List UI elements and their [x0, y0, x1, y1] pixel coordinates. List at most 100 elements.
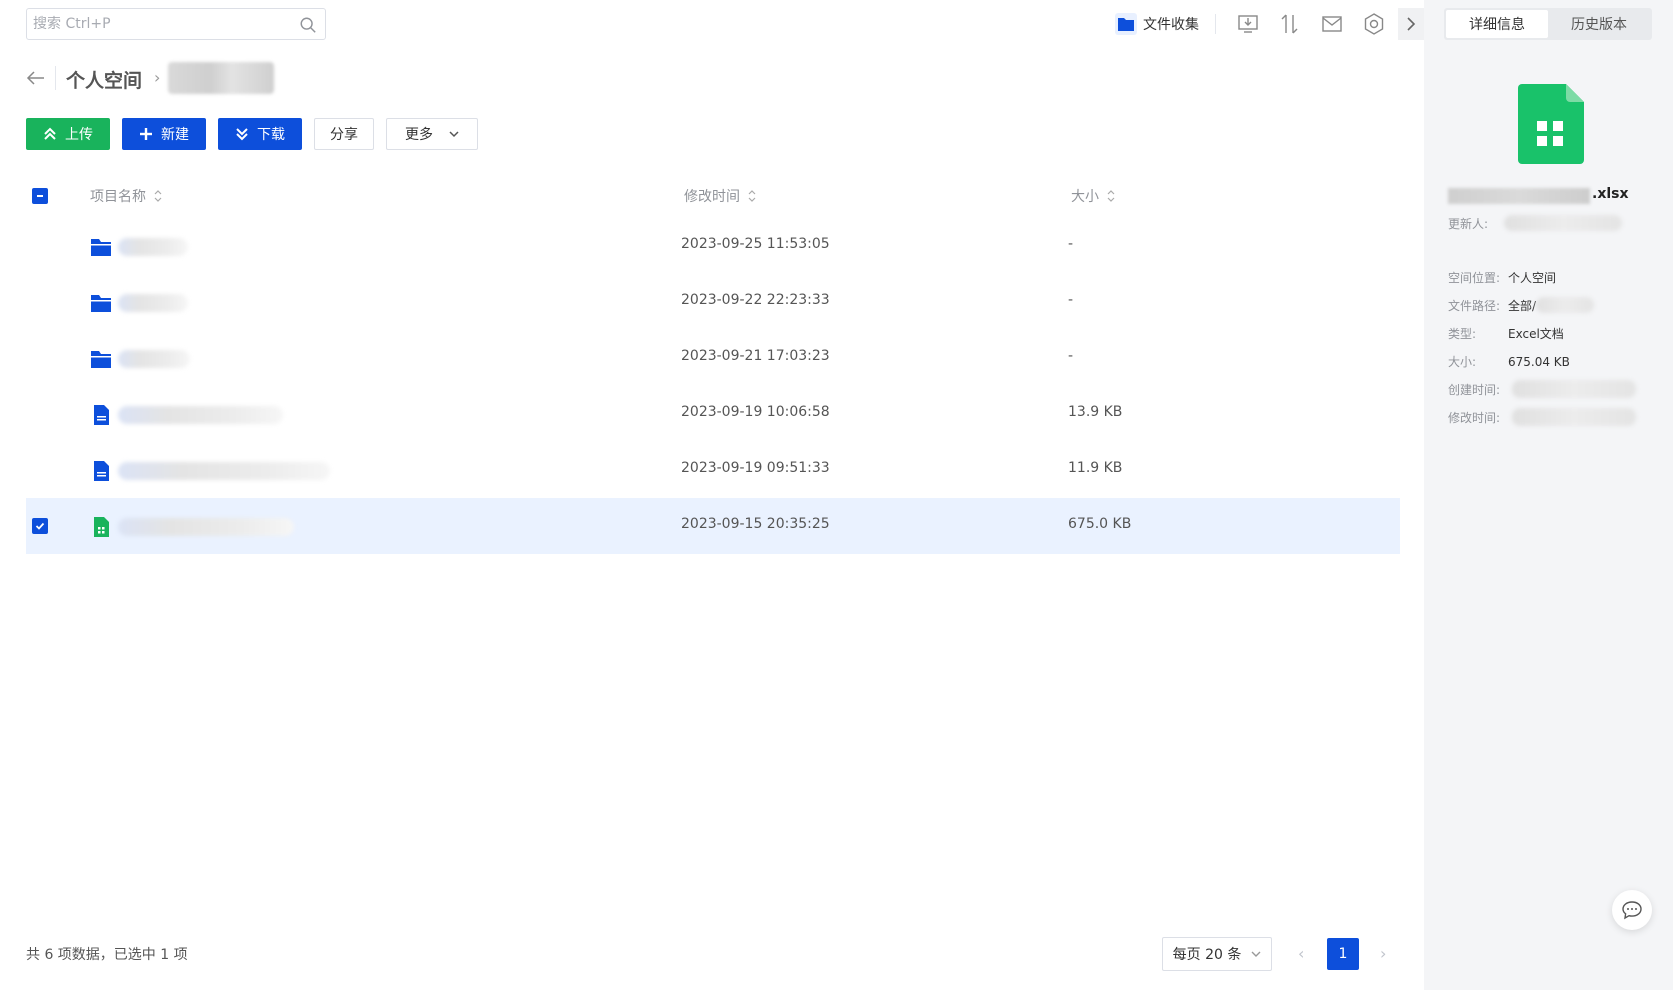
chevron-right-icon: [1407, 17, 1416, 31]
breadcrumb-divider: [55, 66, 56, 90]
type-value: Excel文档: [1508, 327, 1564, 341]
file-size: 11.9 KB: [1068, 460, 1123, 476]
folder-icon: [91, 239, 111, 256]
select-all-checkbox[interactable]: [32, 188, 48, 204]
main-area: 文件收集 个人空间 › 上传: [0, 0, 1424, 990]
table-row[interactable]: 2023-09-19 10:06:58 13.9 KB: [26, 386, 1400, 442]
search-box: [26, 8, 326, 40]
file-size: -: [1068, 236, 1074, 252]
collapse-panel-button[interactable]: [1398, 8, 1424, 40]
type-row: 类型: Excel文档: [1448, 325, 1564, 342]
toolbar-divider: [1215, 14, 1216, 34]
location-label: 空间位置:: [1448, 271, 1501, 285]
share-label: 分享: [330, 127, 358, 143]
download-button[interactable]: 下载: [218, 118, 302, 150]
settings-icon[interactable]: [1362, 12, 1386, 36]
type-label: 类型:: [1448, 327, 1477, 341]
current-page-button[interactable]: 1: [1327, 938, 1359, 970]
download-to-desktop-icon[interactable]: [1236, 12, 1260, 36]
tab-details[interactable]: 详细信息: [1446, 10, 1548, 38]
file-size: 675.0 KB: [1068, 516, 1132, 532]
more-dropdown[interactable]: 更多: [386, 118, 478, 150]
location-value: 个人空间: [1508, 271, 1557, 285]
minus-icon: [37, 195, 43, 197]
path-row: 文件路径: 全部/: [1448, 297, 1536, 314]
document-icon: [94, 461, 109, 481]
file-name-redacted: [118, 238, 188, 256]
chat-support-button[interactable]: [1612, 890, 1652, 930]
new-label: 新建: [161, 127, 189, 143]
file-extension: .xlsx: [1592, 186, 1629, 202]
tab-history[interactable]: 历史版本: [1548, 10, 1650, 38]
upload-button[interactable]: 上传: [26, 118, 110, 150]
updater-row: 更新人:: [1448, 215, 1508, 232]
sort-icon: [1107, 190, 1115, 202]
created-value-redacted: [1512, 380, 1636, 398]
back-arrow-icon[interactable]: [24, 66, 48, 90]
double-chevron-down-icon: [236, 128, 248, 141]
path-label: 文件路径:: [1448, 299, 1501, 313]
table-header: 项目名称 修改时间 大小: [26, 184, 1400, 208]
column-header-size[interactable]: 大小: [1071, 186, 1115, 206]
search-icon[interactable]: [299, 16, 317, 34]
transfer-icon[interactable]: [1278, 12, 1302, 36]
breadcrumb-separator: ›: [154, 68, 161, 87]
page-size-label: 每页 20 条: [1172, 947, 1242, 963]
table-row[interactable]: 2023-09-22 22:23:33 -: [26, 274, 1400, 330]
updater-label: 更新人:: [1448, 217, 1489, 231]
file-name: .xlsx: [1448, 186, 1648, 206]
checkmark-icon: [35, 522, 45, 530]
details-panel: 详细信息 历史版本 .xlsx 更新人: 空间位置: 个人空间 文件路径: 全部/ …: [1424, 0, 1673, 990]
updater-value-redacted: [1504, 215, 1622, 231]
details-tabs: 详细信息 历史版本: [1444, 8, 1652, 40]
modified-time: 2023-09-19 09:51:33: [681, 460, 830, 476]
next-page-button[interactable]: ›: [1380, 944, 1386, 963]
file-size: -: [1068, 292, 1074, 308]
download-label: 下载: [257, 127, 285, 143]
column-header-modified[interactable]: 修改时间: [684, 186, 756, 206]
plus-icon: [140, 128, 152, 140]
file-size: 13.9 KB: [1068, 404, 1123, 420]
path-value: 全部/: [1508, 299, 1537, 313]
folder-icon: [1115, 13, 1137, 35]
prev-page-button[interactable]: ‹: [1298, 944, 1304, 963]
mail-icon[interactable]: [1320, 12, 1344, 36]
file-name-redacted: [118, 462, 330, 480]
file-name-redacted: [118, 350, 190, 368]
table-row[interactable]: 2023-09-19 09:51:33 11.9 KB: [26, 442, 1400, 498]
column-header-name[interactable]: 项目名称: [90, 186, 162, 206]
table-row[interactable]: 2023-09-25 11:53:05 -: [26, 218, 1400, 274]
chevron-down-icon: [1251, 951, 1261, 957]
modified-time: 2023-09-15 20:35:25: [681, 516, 830, 532]
table-row[interactable]: 2023-09-21 17:03:23 -: [26, 330, 1400, 386]
page-size-select[interactable]: 每页 20 条: [1162, 937, 1272, 971]
spreadsheet-icon: [94, 517, 109, 537]
sort-icon: [748, 190, 756, 202]
column-name-label: 项目名称: [90, 189, 146, 205]
file-name-redacted: [118, 406, 283, 424]
upload-label: 上传: [65, 127, 93, 143]
location-row: 空间位置: 个人空间: [1448, 269, 1556, 286]
file-size: -: [1068, 348, 1074, 364]
breadcrumb-root[interactable]: 个人空间: [66, 66, 142, 93]
file-collect-button[interactable]: 文件收集: [1115, 12, 1199, 36]
chevron-down-icon: [449, 131, 459, 138]
new-button[interactable]: 新建: [122, 118, 206, 150]
size-value: 675.04 KB: [1508, 355, 1570, 369]
table-row-selected[interactable]: 2023-09-15 20:35:25 675.0 KB: [26, 498, 1400, 554]
modified-time: 2023-09-19 10:06:58: [681, 404, 830, 420]
spreadsheet-icon: [1518, 84, 1584, 164]
selection-summary: 共 6 项数据，已选中 1 项: [26, 947, 188, 963]
search-input[interactable]: [27, 9, 287, 39]
column-modified-label: 修改时间: [684, 189, 740, 205]
created-label: 创建时间:: [1448, 383, 1501, 397]
row-checkbox-checked[interactable]: [32, 518, 48, 534]
double-chevron-up-icon: [44, 127, 56, 140]
document-icon: [94, 405, 109, 425]
sort-icon: [154, 190, 162, 202]
share-button[interactable]: 分享: [314, 118, 374, 150]
file-name-redacted: [118, 294, 188, 312]
path-value-redacted: [1536, 297, 1594, 313]
folder-icon: [91, 351, 111, 368]
folder-icon: [91, 295, 111, 312]
